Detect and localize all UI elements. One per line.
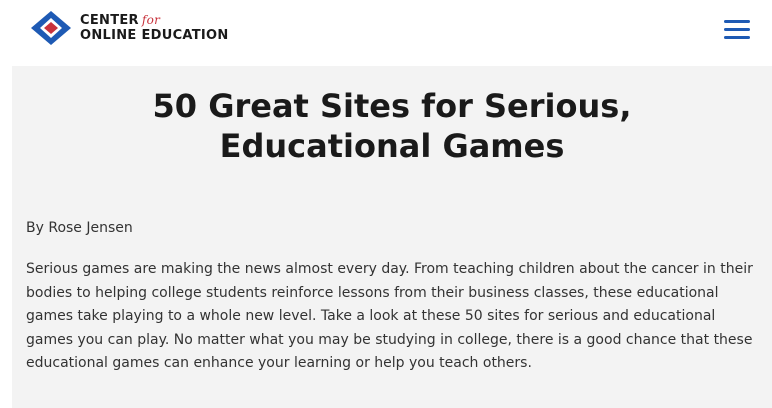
logo-text-for: for: [141, 13, 161, 27]
article-title-line2: Educational Games: [219, 127, 565, 165]
menu-bar: [724, 28, 750, 31]
logo-text-center: CENTER: [80, 13, 139, 28]
logo-text-online-education: ONLINE EDUCATION: [80, 28, 229, 43]
site-logo[interactable]: CENTER for ONLINE EDUCATION: [30, 10, 229, 46]
menu-bar: [724, 20, 750, 23]
hamburger-menu-icon[interactable]: [724, 20, 750, 40]
article-title: 50 Great Sites for Serious, Educational …: [12, 86, 772, 166]
article-card: 50 Great Sites for Serious, Educational …: [12, 66, 772, 408]
article-body: Serious games are making the news almost…: [26, 261, 753, 371]
menu-bar: [724, 36, 750, 39]
article-title-line1: 50 Great Sites for Serious,: [152, 87, 632, 125]
diamond-logo-icon: [31, 11, 71, 45]
article-author: By Rose Jensen: [26, 220, 133, 236]
logo-wordmark: CENTER for ONLINE EDUCATION: [80, 14, 229, 42]
site-header: CENTER for ONLINE EDUCATION: [0, 0, 772, 60]
